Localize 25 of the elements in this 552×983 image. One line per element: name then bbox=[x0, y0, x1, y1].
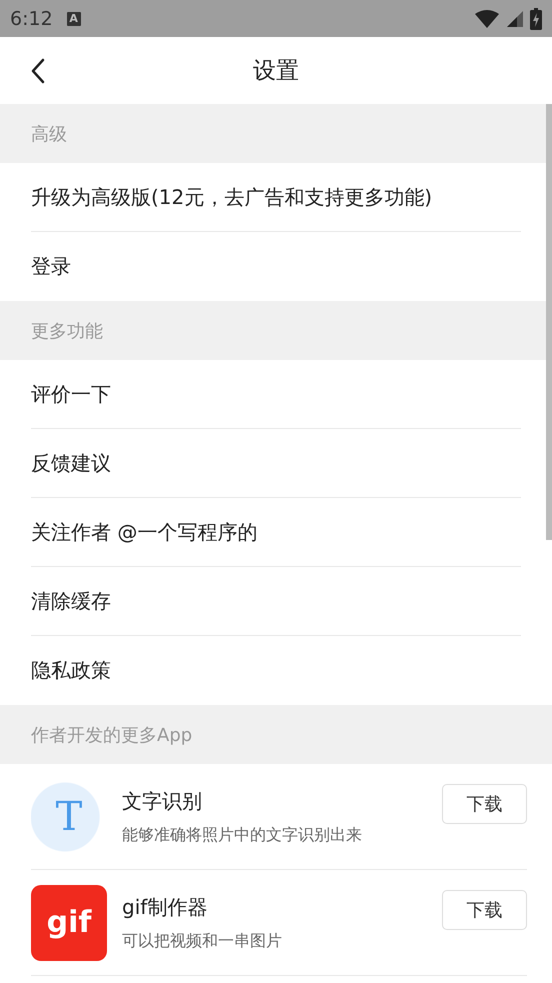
app-name: 文字识别 bbox=[122, 788, 203, 814]
settings-item[interactable]: 清除缓存 bbox=[31, 567, 521, 636]
download-button[interactable]: 下载 bbox=[442, 890, 527, 930]
page-title: 设置 bbox=[253, 57, 299, 86]
scrollbar[interactable] bbox=[546, 104, 552, 540]
wifi-icon bbox=[474, 8, 500, 28]
settings-item[interactable]: 关注作者 @一个写程序的 bbox=[31, 498, 521, 567]
section-title: 作者开发的更多App bbox=[31, 724, 192, 746]
battery-icon bbox=[530, 8, 542, 30]
app-icon: gif bbox=[31, 884, 107, 960]
settings-item[interactable]: 登录 bbox=[31, 232, 521, 301]
section-title: 高级 bbox=[31, 122, 67, 146]
settings-item[interactable]: 隐私政策 bbox=[31, 636, 521, 705]
signal-icon bbox=[506, 10, 524, 28]
settings-item[interactable]: 升级为高级版(12元，去广告和支持更多功能) bbox=[31, 163, 521, 232]
settings-item[interactable]: 反馈建议 bbox=[31, 429, 521, 498]
status-time: 6:12 bbox=[10, 8, 53, 30]
back-icon bbox=[30, 58, 46, 84]
app-name: gif制作器 bbox=[122, 894, 208, 920]
notification-icon: A bbox=[66, 12, 81, 26]
settings-item[interactable]: 评价一下 bbox=[31, 360, 521, 429]
section-title: 更多功能 bbox=[31, 320, 103, 342]
app-description: 能够准确将照片中的文字识别出来 bbox=[122, 824, 363, 846]
app-description: 可以把视频和一串图片 bbox=[122, 930, 283, 952]
download-button[interactable]: 下载 bbox=[442, 784, 527, 824]
